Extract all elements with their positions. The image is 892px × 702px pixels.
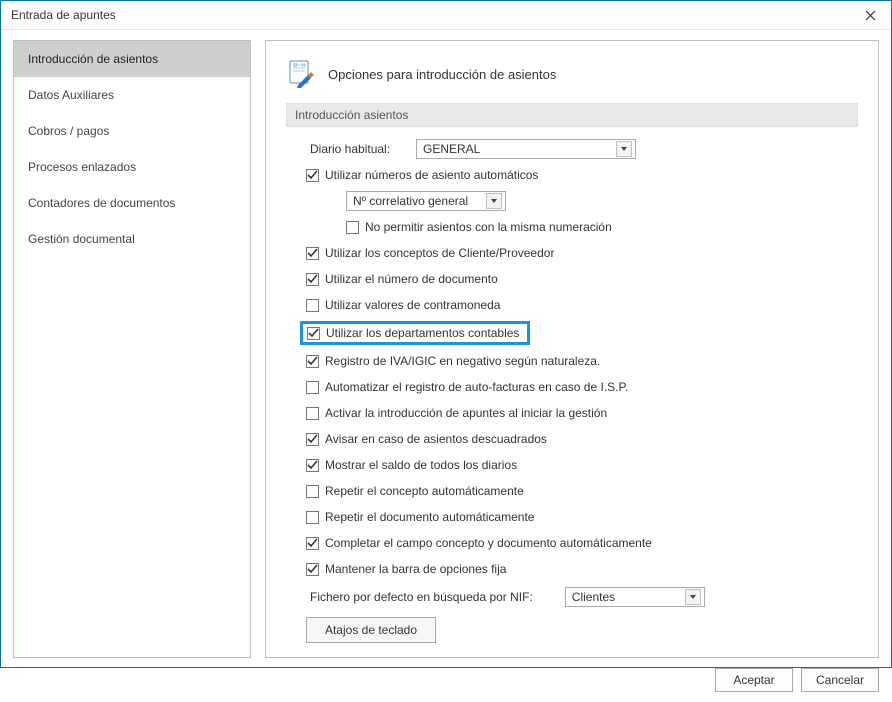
completar-campo-label: Completar el campo concepto y documento … [325, 536, 652, 550]
chevron-down-icon [616, 141, 632, 157]
activar-intro-row: Activar la introducción de apuntes al in… [306, 403, 858, 423]
contramoneda-checkbox[interactable] [306, 299, 319, 312]
departamentos-checkbox[interactable] [307, 327, 320, 340]
no-permitir-checkbox[interactable] [346, 221, 359, 234]
window-title: Entrada de apuntes [11, 8, 116, 22]
repetir-doc-label: Repetir el documento automáticamente [325, 510, 534, 524]
accept-button[interactable]: Aceptar [715, 668, 793, 692]
avisar-desc-row: Avisar en caso de asientos descuadrados [306, 429, 858, 449]
title-bar: Entrada de apuntes [1, 1, 891, 30]
diario-label: Diario habitual: [306, 142, 416, 156]
nif-label: Fichero por defecto en búsqueda por NIF: [306, 590, 565, 604]
auto-numeros-row: Utilizar números de asiento automáticos [306, 165, 858, 185]
iva-igic-row: Registro de IVA/IGIC en negativo según n… [306, 351, 858, 371]
num-doc-row: Utilizar el número de documento [306, 269, 858, 289]
repetir-concepto-checkbox[interactable] [306, 485, 319, 498]
sidebar-item-3[interactable]: Procesos enlazados [14, 149, 250, 185]
iva-igic-checkbox[interactable] [306, 355, 319, 368]
correlativo-row: Nº correlativo general [306, 191, 858, 211]
no-permitir-row: No permitir asientos con la misma numera… [306, 217, 858, 237]
completar-campo-row: Completar el campo concepto y documento … [306, 533, 858, 553]
correlativo-dropdown[interactable]: Nº correlativo general [346, 191, 506, 211]
panel-title: Opciones para introducción de asientos [328, 67, 556, 82]
cancel-button[interactable]: Cancelar [801, 668, 879, 692]
cancel-label: Cancelar [816, 673, 864, 687]
avisar-desc-checkbox[interactable] [306, 433, 319, 446]
accept-label: Aceptar [733, 673, 774, 687]
sidebar: Introducción de asientosDatos Auxiliares… [13, 40, 251, 658]
autofacturas-label: Automatizar el registro de auto-facturas… [325, 380, 628, 394]
panel-header: D H Opciones para introducción de asient… [286, 59, 858, 89]
auto-numeros-label: Utilizar números de asiento automáticos [325, 168, 538, 182]
activar-intro-label: Activar la introducción de apuntes al in… [325, 406, 607, 420]
entries-icon: D H [286, 59, 316, 89]
sidebar-item-1[interactable]: Datos Auxiliares [14, 77, 250, 113]
mostrar-saldo-checkbox[interactable] [306, 459, 319, 472]
conceptos-cp-row: Utilizar los conceptos de Cliente/Provee… [306, 243, 858, 263]
departamentos-label: Utilizar los departamentos contables [326, 326, 519, 340]
repetir-concepto-label: Repetir el concepto automáticamente [325, 484, 524, 498]
sidebar-item-4[interactable]: Contadores de documentos [14, 185, 250, 221]
repetir-concepto-row: Repetir el concepto automáticamente [306, 481, 858, 501]
no-permitir-label: No permitir asientos con la misma numera… [365, 220, 612, 234]
contramoneda-row: Utilizar valores de contramoneda [306, 295, 858, 315]
svg-text:H: H [302, 63, 306, 69]
svg-text:D: D [294, 63, 298, 69]
conceptos-cp-checkbox[interactable] [306, 247, 319, 260]
chevron-down-icon [685, 589, 701, 605]
repetir-doc-row: Repetir el documento automáticamente [306, 507, 858, 527]
repetir-doc-checkbox[interactable] [306, 511, 319, 524]
num-doc-checkbox[interactable] [306, 273, 319, 286]
close-button[interactable] [849, 1, 891, 29]
avisar-desc-label: Avisar en caso de asientos descuadrados [325, 432, 547, 446]
departamentos-row: Utilizar los departamentos contables [306, 321, 858, 345]
correlativo-value: Nº correlativo general [353, 194, 468, 208]
atajos-label: Atajos de teclado [325, 623, 417, 637]
nif-row: Fichero por defecto en búsqueda por NIF:… [306, 587, 858, 607]
mantener-barra-checkbox[interactable] [306, 563, 319, 576]
sidebar-item-5[interactable]: Gestión documental [14, 221, 250, 257]
mantener-barra-row: Mantener la barra de opciones fija [306, 559, 858, 579]
activar-intro-checkbox[interactable] [306, 407, 319, 420]
form-rows: Diario habitual: GENERAL Utilizar número… [286, 139, 858, 607]
nif-value: Clientes [572, 590, 615, 604]
iva-igic-label: Registro de IVA/IGIC en negativo según n… [325, 354, 600, 368]
mostrar-saldo-row: Mostrar el saldo de todos los diarios [306, 455, 858, 475]
autofacturas-checkbox[interactable] [306, 381, 319, 394]
content-panel: D H Opciones para introducción de asient… [265, 40, 879, 658]
diario-dropdown[interactable]: GENERAL [416, 139, 636, 159]
diario-value: GENERAL [423, 142, 480, 156]
diario-row: Diario habitual: GENERAL [306, 139, 858, 159]
num-doc-label: Utilizar el número de documento [325, 272, 498, 286]
footer: Aceptar Cancelar [13, 668, 879, 692]
sidebar-item-2[interactable]: Cobros / pagos [14, 113, 250, 149]
mantener-barra-label: Mantener la barra de opciones fija [325, 562, 506, 576]
auto-numeros-checkbox[interactable] [306, 169, 319, 182]
autofacturas-row: Automatizar el registro de auto-facturas… [306, 377, 858, 397]
section-label: Introducción asientos [286, 103, 858, 127]
sidebar-item-0[interactable]: Introducción de asientos [14, 41, 250, 77]
contramoneda-label: Utilizar valores de contramoneda [325, 298, 500, 312]
atajos-button[interactable]: Atajos de teclado [306, 617, 436, 643]
mostrar-saldo-label: Mostrar el saldo de todos los diarios [325, 458, 517, 472]
conceptos-cp-label: Utilizar los conceptos de Cliente/Provee… [325, 246, 554, 260]
chevron-down-icon [486, 193, 502, 209]
nif-dropdown[interactable]: Clientes [565, 587, 705, 607]
completar-campo-checkbox[interactable] [306, 537, 319, 550]
